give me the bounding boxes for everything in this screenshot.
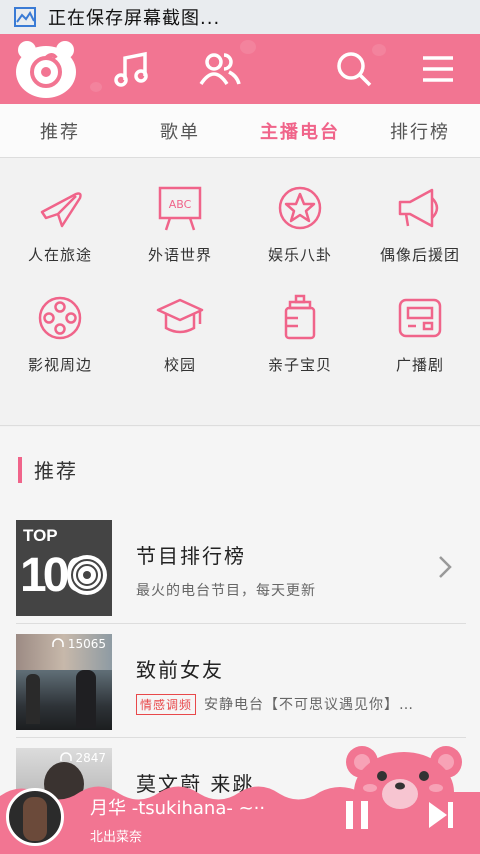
pause-icon[interactable] <box>340 798 374 832</box>
category-parenting[interactable]: 亲子宝贝 <box>240 268 360 378</box>
tab-radio[interactable]: 主播电台 <box>240 104 360 157</box>
thumb-top-text: TOP <box>23 526 58 545</box>
item-subtitle: 安静电台【不可思议遇见你】… <box>204 697 415 713</box>
category-film[interactable]: 影视周边 <box>0 268 120 378</box>
mini-player[interactable]: 月华 -tsukihana- ~·· 北出菜奈 <box>0 746 480 854</box>
abc-board-icon: ABC <box>158 186 202 231</box>
next-track-icon[interactable] <box>424 798 458 832</box>
airplane-icon <box>40 192 82 228</box>
song-title: 月华 -tsukihana- ~·· <box>90 798 266 819</box>
category-label: 亲子宝贝 <box>267 356 332 374</box>
section-title: 推荐 <box>18 455 78 484</box>
play-count: 15065 <box>52 637 106 651</box>
category-label: 影视周边 <box>27 356 92 374</box>
search-icon[interactable] <box>326 34 382 104</box>
netease-cloud-logo-icon[interactable] <box>10 34 82 104</box>
item-subtitle-row: 情感调频 安静电台【不可思议遇见你】… <box>136 694 414 715</box>
graduation-cap-icon <box>156 298 204 334</box>
menu-icon[interactable] <box>410 34 466 104</box>
artist-name: 北出菜奈 <box>90 830 143 845</box>
svg-text:ABC: ABC <box>169 198 192 211</box>
play-count-text: 2847 <box>75 751 106 765</box>
category-travel[interactable]: 人在旅途 <box>0 158 120 268</box>
tab-bar: 推荐 歌单 主播电台 排行榜 <box>0 104 480 158</box>
screenshot-icon <box>14 7 36 27</box>
category-tag: 情感调频 <box>136 694 197 715</box>
section-title-text: 推荐 <box>34 459 78 483</box>
category-idol[interactable]: 偶像后援团 <box>360 158 480 268</box>
category-entertainment[interactable]: 娱乐八卦 <box>240 158 360 268</box>
category-foreign-language[interactable]: ABC 外语世界 <box>120 158 240 268</box>
tab-recommend[interactable]: 推荐 <box>0 104 120 157</box>
album-art[interactable] <box>6 788 64 846</box>
status-bar: 正在保存屏幕截图... <box>0 0 480 34</box>
vinyl-icon <box>67 555 107 595</box>
item-title: 致前女友 <box>136 658 224 682</box>
category-radio-drama[interactable]: 广播剧 <box>360 268 480 378</box>
headphones-icon <box>52 638 64 647</box>
film-reel-icon <box>38 296 82 340</box>
category-grid: 人在旅途 ABC 外语世界 娱乐八卦 偶像后援团 影视周边 校园 亲子宝贝 广播… <box>0 158 480 566</box>
category-label: 广播剧 <box>395 356 444 374</box>
tab-charts[interactable]: 排行榜 <box>360 104 480 157</box>
category-label: 校园 <box>163 356 196 374</box>
program-thumbnail: 15065 <box>16 634 112 730</box>
section-accent-bar <box>18 456 22 483</box>
category-label: 偶像后援团 <box>379 246 460 264</box>
baby-bottle-icon <box>284 294 316 340</box>
item-subtitle: 最火的电台节目，每天更新 <box>136 583 316 599</box>
top-app-bar <box>0 34 480 104</box>
play-count-text: 15065 <box>67 637 106 651</box>
megaphone-icon <box>398 188 439 228</box>
status-text: 正在保存屏幕截图... <box>48 8 221 29</box>
headphones-icon <box>59 752 72 761</box>
chevron-right-icon <box>439 556 452 578</box>
play-count: 2847 <box>59 751 106 765</box>
star-icon <box>278 186 322 230</box>
list-item[interactable]: TOP 100 节目排行榜 最火的电台节目，每天更新 <box>0 510 480 624</box>
top100-thumbnail: TOP 100 <box>16 520 112 616</box>
category-label: 娱乐八卦 <box>267 246 332 264</box>
category-label: 人在旅途 <box>27 246 92 264</box>
category-label: 外语世界 <box>147 246 212 264</box>
friends-icon[interactable] <box>190 34 250 104</box>
item-title: 节目排行榜 <box>136 544 246 568</box>
radio-icon <box>398 298 442 338</box>
list-item[interactable]: 15065 致前女友 情感调频 安静电台【不可思议遇见你】… <box>0 624 480 738</box>
music-note-icon[interactable] <box>104 34 160 104</box>
category-campus[interactable]: 校园 <box>120 268 240 378</box>
tab-playlists[interactable]: 歌单 <box>120 104 240 157</box>
